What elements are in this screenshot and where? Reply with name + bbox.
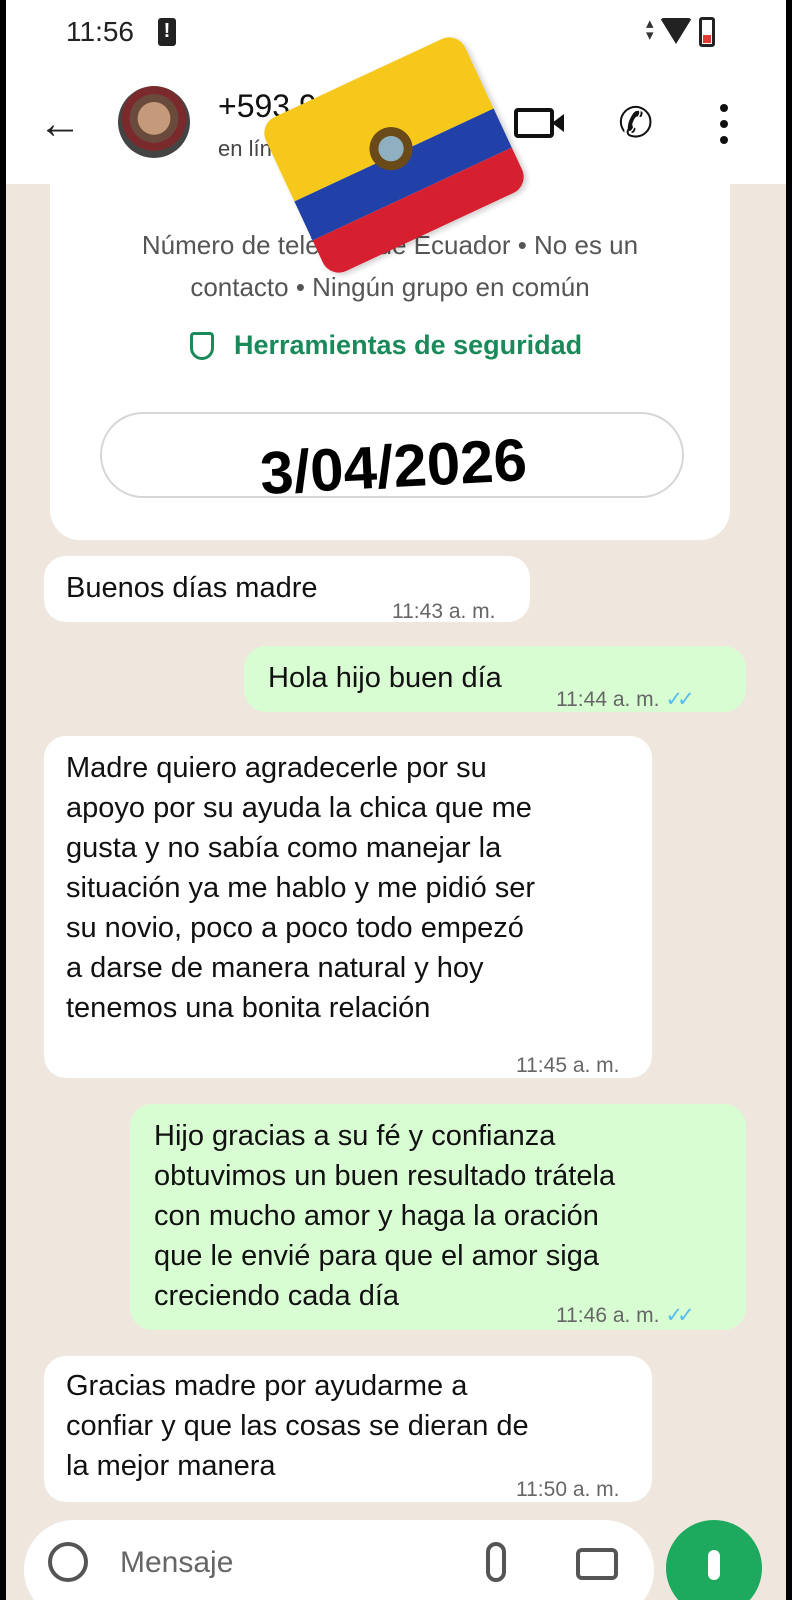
date-overlay: 3/04/2026 xyxy=(258,426,529,507)
message-time: 11:43 a. m. xyxy=(392,600,496,623)
message-text: Hola hijo buen día xyxy=(268,662,502,694)
message-time: 11:46 a. m. ✓✓ xyxy=(556,1304,695,1327)
message-text: Gracias madre por ayudarme a confiar y q… xyxy=(66,1370,529,1482)
status-clock: 11:56 xyxy=(66,16,134,47)
chat-screen: 11:56 ▴▾ ← +593 99 en línea ✆ Número de … xyxy=(6,0,786,1600)
message-bubble-outgoing[interactable]: Hijo gracias a su fé y confianza obtuvim… xyxy=(130,1104,746,1330)
phone-call-icon[interactable]: ✆ xyxy=(618,98,653,147)
status-bar: 11:56 ▴▾ xyxy=(6,0,786,62)
more-options-icon[interactable] xyxy=(720,104,728,152)
message-text: Hijo gracias a su fé y confianza obtuvim… xyxy=(154,1120,616,1312)
security-tools-link[interactable]: Herramientas de seguridad xyxy=(234,330,582,361)
double-check-icon: ✓✓ xyxy=(665,1304,695,1327)
message-bubble-incoming[interactable]: Madre quiero agradecerle por su apoyo po… xyxy=(44,736,652,1078)
message-text: Madre quiero agradecerle por su apoyo po… xyxy=(66,752,536,1024)
message-bubble-incoming[interactable]: Gracias madre por ayudarme a confiar y q… xyxy=(44,1356,652,1502)
battery-icon xyxy=(699,17,715,47)
camera-icon[interactable] xyxy=(576,1548,618,1580)
mic-button[interactable] xyxy=(666,1520,762,1600)
wifi-icon xyxy=(660,18,692,44)
data-arrows-icon: ▴ ▾ xyxy=(646,15,654,44)
alert-icon xyxy=(158,18,176,46)
double-check-icon: ✓✓ xyxy=(665,688,695,711)
shield-icon[interactable] xyxy=(190,332,214,360)
message-time: 11:45 a. m. xyxy=(516,1054,620,1077)
back-arrow-icon[interactable]: ← xyxy=(38,102,82,146)
video-call-icon[interactable] xyxy=(514,108,564,138)
emoji-icon[interactable] xyxy=(48,1542,88,1582)
attach-icon[interactable] xyxy=(486,1542,506,1582)
avatar[interactable] xyxy=(118,86,190,158)
message-text: Buenos días madre xyxy=(66,572,318,604)
message-composer[interactable]: Mensaje xyxy=(24,1520,654,1600)
message-bubble-outgoing[interactable]: Hola hijo buen día 11:44 a. m. ✓✓ xyxy=(244,646,746,712)
message-time: 11:50 a. m. xyxy=(516,1478,620,1501)
message-bubble-incoming[interactable]: Buenos días madre 11:43 a. m. xyxy=(44,556,530,623)
message-input[interactable]: Mensaje xyxy=(120,1546,233,1580)
message-time: 11:44 a. m. ✓✓ xyxy=(556,688,695,711)
